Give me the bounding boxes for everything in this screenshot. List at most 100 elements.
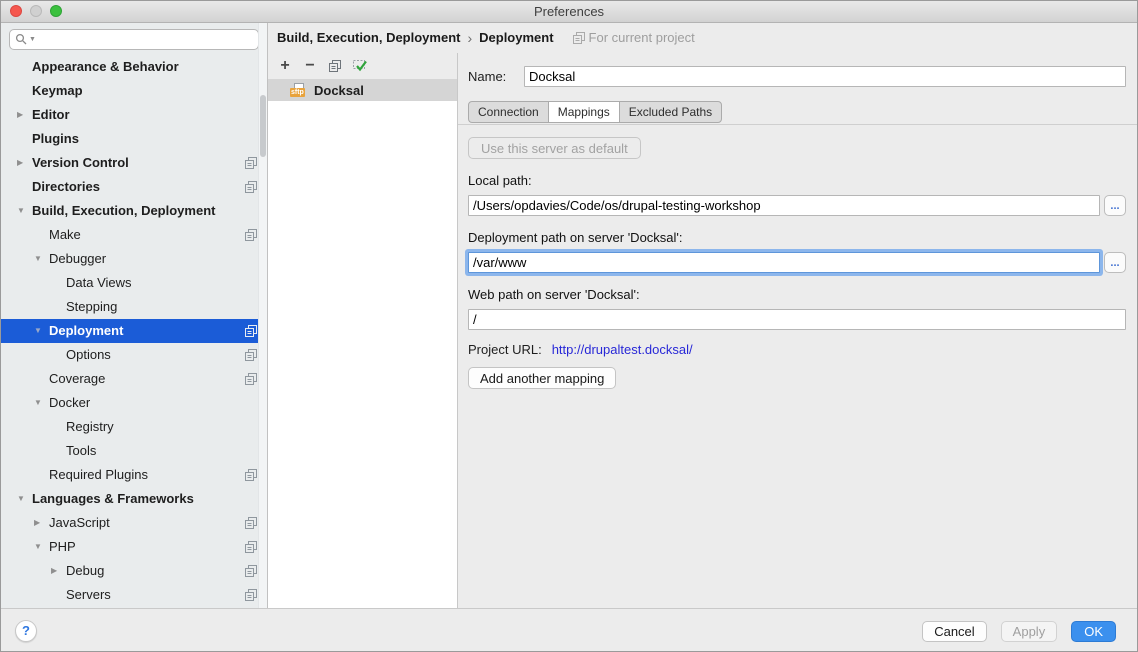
remove-server-button[interactable]: −	[301, 57, 319, 75]
sidebar-item-data-views[interactable]: Data Views	[1, 271, 267, 295]
settings-search[interactable]: ▼	[9, 29, 259, 50]
sidebar-item-build-execution-deployment[interactable]: ▼Build, Execution, Deployment	[1, 199, 267, 223]
search-options-caret-icon[interactable]: ▼	[29, 36, 36, 43]
sidebar-item-deployment[interactable]: ▼Deployment	[1, 319, 267, 343]
local-path-browse-button[interactable]: ...	[1104, 195, 1126, 216]
sidebar-item-languages-frameworks[interactable]: ▼Languages & Frameworks	[1, 487, 267, 511]
server-name: Docksal	[314, 83, 364, 98]
project-url-label: Project URL:	[468, 342, 542, 357]
search-icon[interactable]	[15, 33, 28, 46]
window-title: Preferences	[1, 1, 1137, 22]
minimize-button[interactable]	[30, 5, 42, 17]
project-scope-badge-icon	[245, 517, 257, 529]
sftp-server-icon: sftp	[290, 83, 309, 97]
scrollbar-thumb[interactable]	[260, 95, 266, 157]
copy-pages-icon	[329, 60, 341, 72]
search-input[interactable]	[38, 33, 253, 47]
tab-excluded-paths[interactable]: Excluded Paths	[619, 101, 722, 123]
web-path-field[interactable]	[468, 309, 1126, 330]
sidebar-item-make[interactable]: Make	[1, 223, 267, 247]
sidebar-item-coverage[interactable]: Coverage	[1, 367, 267, 391]
sidebar-item-php[interactable]: ▼PHP	[1, 535, 267, 559]
sidebar-item-tools[interactable]: Tools	[1, 439, 267, 463]
chevron-down-icon[interactable]: ▼	[32, 535, 49, 559]
sidebar-item-keymap[interactable]: Keymap	[1, 79, 267, 103]
web-path-label: Web path on server 'Docksal':	[468, 287, 1126, 302]
deployment-path-browse-button[interactable]: ...	[1104, 252, 1126, 273]
server-name-field[interactable]	[524, 66, 1126, 87]
name-label: Name:	[468, 69, 524, 84]
project-scope-badge-icon	[573, 32, 585, 44]
sidebar-item-label: Debugger	[49, 247, 106, 271]
apply-button[interactable]: Apply	[1001, 621, 1058, 642]
sidebar-item-version-control[interactable]: ▶Version Control	[1, 151, 267, 175]
sidebar-item-servers[interactable]: Servers	[1, 583, 267, 607]
sidebar-item-debug[interactable]: ▶Debug	[1, 559, 267, 583]
sidebar-item-label: Coverage	[49, 367, 105, 391]
sidebar-item-debugger[interactable]: ▼Debugger	[1, 247, 267, 271]
sidebar-item-label: Editor	[32, 103, 70, 127]
copy-server-button[interactable]	[326, 57, 344, 75]
add-another-mapping-button[interactable]: Add another mapping	[468, 367, 616, 389]
sidebar-item-label: Data Views	[66, 271, 132, 295]
chevron-right-icon[interactable]: ▶	[15, 151, 32, 175]
close-button[interactable]	[10, 5, 22, 17]
sidebar-item-label: Docker	[49, 391, 90, 415]
local-path-label: Local path:	[468, 173, 1126, 188]
server-list-panel: + − sftp Docksal	[268, 53, 458, 608]
use-server-as-default-button[interactable]: Use this server as default	[468, 137, 641, 159]
dialog-footer: ? Cancel Apply OK	[1, 608, 1137, 652]
sidebar-item-label: Make	[49, 223, 81, 247]
server-list: sftp Docksal	[268, 79, 457, 608]
help-button[interactable]: ?	[15, 620, 37, 642]
chevron-right-icon[interactable]: ▶	[15, 103, 32, 127]
sidebar-item-docker[interactable]: ▼Docker	[1, 391, 267, 415]
project-scope-badge-icon	[245, 565, 257, 577]
zoom-button[interactable]	[50, 5, 62, 17]
sidebar-item-label: Directories	[32, 175, 100, 199]
project-scope-badge-icon	[245, 469, 257, 481]
deployment-path-field[interactable]	[468, 252, 1100, 273]
breadcrumb-deployment[interactable]: Deployment	[479, 23, 553, 53]
sidebar-item-label: Tools	[66, 439, 96, 463]
add-server-button[interactable]: +	[276, 57, 294, 75]
project-scope-badge-icon	[245, 157, 257, 169]
sidebar-item-label: Registry	[66, 415, 114, 439]
sidebar-item-label: Appearance & Behavior	[32, 55, 179, 79]
sidebar-item-label: Options	[66, 343, 111, 367]
chevron-down-icon[interactable]: ▼	[15, 199, 32, 223]
sidebar-item-directories[interactable]: Directories	[1, 175, 267, 199]
sidebar-item-label: Languages & Frameworks	[32, 487, 194, 511]
chevron-down-icon[interactable]: ▼	[32, 391, 49, 415]
sidebar-item-appearance-behavior[interactable]: Appearance & Behavior	[1, 55, 267, 79]
tab-connection[interactable]: Connection	[468, 101, 549, 123]
cancel-button[interactable]: Cancel	[922, 621, 986, 642]
sidebar-item-editor[interactable]: ▶Editor	[1, 103, 267, 127]
sidebar-item-required-plugins[interactable]: Required Plugins	[1, 463, 267, 487]
breadcrumb-build-execution-deployment[interactable]: Build, Execution, Deployment	[277, 23, 460, 53]
sidebar-item-javascript[interactable]: ▶JavaScript	[1, 511, 267, 535]
local-path-field[interactable]	[468, 195, 1100, 216]
sidebar-item-label: Deployment	[49, 319, 123, 343]
titlebar: Preferences	[1, 1, 1137, 23]
traffic-lights	[10, 5, 62, 17]
sidebar-item-registry[interactable]: Registry	[1, 415, 267, 439]
use-server-as-default-toolbar-button[interactable]	[351, 57, 369, 75]
project-scope-badge-icon	[245, 373, 257, 385]
project-url-link[interactable]: http://drupaltest.docksal/	[552, 342, 693, 357]
sidebar-item-options[interactable]: Options	[1, 343, 267, 367]
chevron-right-icon[interactable]: ▶	[49, 559, 66, 583]
chevron-down-icon[interactable]: ▼	[32, 319, 49, 343]
chevron-down-icon[interactable]: ▼	[32, 247, 49, 271]
sidebar-item-stepping[interactable]: Stepping	[1, 295, 267, 319]
chevron-right-icon[interactable]: ▶	[32, 511, 49, 535]
server-list-item-docksal[interactable]: sftp Docksal	[268, 79, 457, 101]
tab-mappings[interactable]: Mappings	[548, 101, 620, 123]
sidebar-item-plugins[interactable]: Plugins	[1, 127, 267, 151]
chevron-down-icon[interactable]: ▼	[15, 487, 32, 511]
ok-button[interactable]: OK	[1071, 621, 1116, 642]
settings-tree: Appearance & BehaviorKeymap▶EditorPlugin…	[1, 55, 267, 607]
sidebar-scrollbar[interactable]	[258, 23, 267, 608]
sidebar-item-label: Debug	[66, 559, 104, 583]
breadcrumb-separator-icon: ›	[467, 23, 472, 53]
